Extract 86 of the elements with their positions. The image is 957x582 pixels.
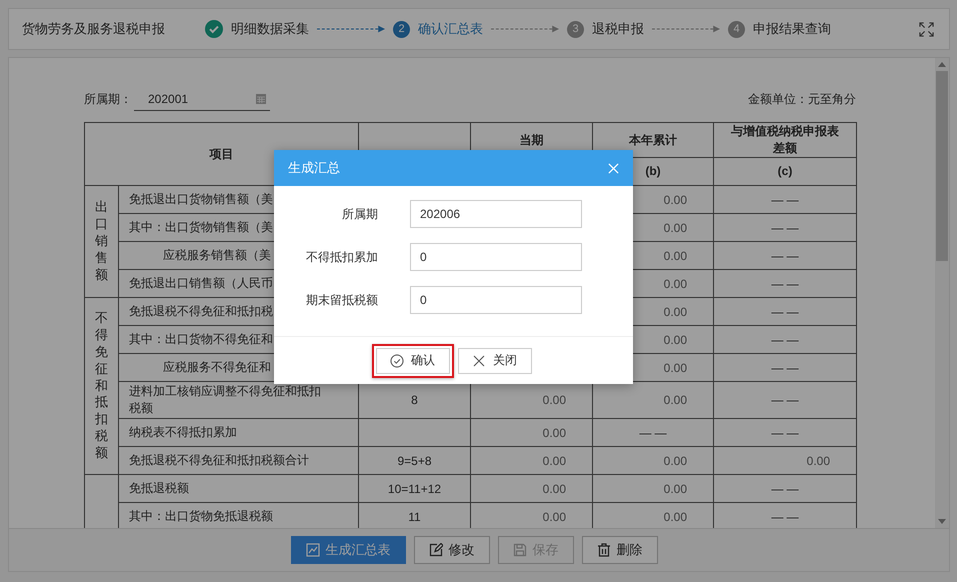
- dotted-arrow-icon: [317, 24, 385, 34]
- table-cell: 0.00: [664, 360, 687, 374]
- check-circle-icon: [390, 354, 404, 368]
- scroll-up-icon[interactable]: [938, 62, 946, 67]
- chart-icon: [306, 543, 320, 557]
- step-tab[interactable]: 明细数据采集: [231, 20, 309, 38]
- step-tab[interactable]: 确认汇总表: [418, 20, 483, 38]
- trash-icon: [596, 543, 610, 557]
- item-label: 免抵退出口货物销售额（美: [129, 192, 273, 206]
- column-header: (c): [714, 158, 856, 186]
- table-cell: — —: [771, 482, 799, 496]
- edit-icon: [428, 543, 442, 557]
- table-cell: 0.00: [664, 220, 687, 234]
- table-cell: 0.00: [664, 304, 687, 318]
- calendar-icon[interactable]: [256, 94, 266, 104]
- line-number: 8: [411, 393, 418, 407]
- table-cell: — —: [771, 510, 799, 524]
- table-cell: 0.00: [664, 332, 687, 346]
- step-tab[interactable]: 申报结果查询: [753, 20, 831, 38]
- input-field[interactable]: 202006: [410, 200, 582, 228]
- dotted-arrow-icon: [491, 24, 559, 34]
- table-cell: — —: [771, 360, 799, 374]
- table-cell: — —: [771, 426, 799, 440]
- period-field[interactable]: 202001: [134, 87, 270, 111]
- table-cell: — —: [771, 332, 799, 346]
- delete-button[interactable]: 删除: [582, 536, 658, 564]
- item-label: 应税服务不得免征和: [162, 360, 271, 374]
- item-label: 免抵退税不得免征和抵扣税: [129, 304, 273, 318]
- table-cell: — —: [771, 393, 799, 407]
- table-cell: — —: [771, 276, 799, 290]
- item-label: 其中：出口货物不得免征和: [129, 332, 273, 346]
- close-button[interactable]: 关闭: [458, 348, 532, 374]
- input-field[interactable]: 0: [410, 286, 582, 314]
- table-cell: 0.00: [542, 426, 566, 440]
- table-cell: 0.00: [664, 393, 687, 407]
- item-label: 应税服务销售额（美: [162, 248, 271, 262]
- line-number: 11: [408, 510, 421, 524]
- table-cell: — —: [771, 220, 799, 234]
- table-cell: 0.00: [664, 248, 687, 262]
- scroll-down-icon[interactable]: [938, 519, 946, 524]
- item-label: 免抵退税额: [129, 481, 189, 495]
- unit-note: 金额单位：元至角分: [748, 90, 856, 108]
- table-cell: — —: [771, 192, 799, 206]
- table-cell: 0.00: [806, 454, 830, 468]
- item-label: 其中：出口货物销售额（美: [129, 220, 273, 234]
- table-cell: 0.00: [664, 510, 687, 524]
- page-title: 货物劳务及服务退税申报: [22, 20, 166, 38]
- save-icon: [512, 543, 526, 557]
- step-number: 4: [728, 20, 745, 38]
- table-cell: — —: [639, 426, 667, 440]
- item-label: 免抵退出口销售额（人民币: [129, 276, 273, 290]
- dialog-title: 生成汇总: [288, 159, 340, 177]
- scrollbar[interactable]: [935, 58, 949, 528]
- field-label: 所属期: [341, 206, 378, 222]
- table-cell: 0.00: [542, 454, 566, 468]
- step-number: 2: [393, 20, 410, 38]
- group-label: 不得免征和抵扣税额: [95, 310, 108, 462]
- table-cell: 0.00: [542, 482, 566, 496]
- line-number: 9=5+8: [397, 454, 432, 468]
- input-field[interactable]: 0: [410, 243, 582, 271]
- item-label: 免抵退税不得免征和抵扣税额合计: [129, 453, 309, 467]
- line-number: 10=11+12: [388, 482, 442, 496]
- field-label: 期末留抵税额: [305, 292, 378, 308]
- edit-button[interactable]: 修改: [414, 536, 490, 564]
- table-cell: 0.00: [542, 393, 566, 407]
- table-cell: 0.00: [664, 192, 687, 206]
- step-number: 3: [567, 20, 584, 38]
- table-cell: — —: [771, 304, 799, 318]
- fullscreen-icon[interactable]: [919, 22, 934, 36]
- field-label: 不得抵扣累加: [305, 248, 378, 266]
- group-label: 出口销售额: [95, 199, 108, 284]
- table-cell: 0.00: [664, 454, 687, 468]
- period-label: 所属期：: [84, 90, 132, 108]
- item-label: 进料加工核销应调整不得免征和抵扣税额: [129, 384, 321, 415]
- table-cell: — —: [771, 248, 799, 262]
- item-label: 纳税表不得抵扣累加: [129, 425, 237, 439]
- column-header: 与增值税纳税申报表差额: [714, 122, 856, 158]
- dotted-arrow-icon: [652, 24, 720, 34]
- close-icon: [472, 354, 486, 368]
- table-cell: 0.00: [664, 276, 687, 290]
- confirm-button[interactable]: 确认: [376, 348, 450, 374]
- step-tab[interactable]: 退税申报: [592, 20, 644, 38]
- table-cell: 0.00: [542, 510, 566, 524]
- item-label: 其中：出口货物免抵退税额: [129, 509, 273, 523]
- table-cell: 0.00: [664, 482, 687, 496]
- close-icon[interactable]: [608, 162, 619, 174]
